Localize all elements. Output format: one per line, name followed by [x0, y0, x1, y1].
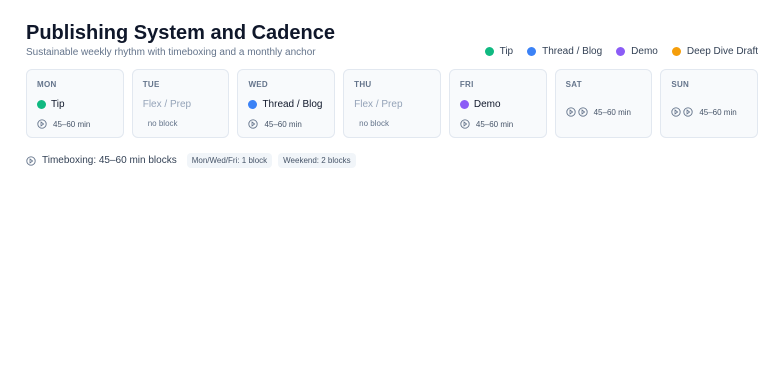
day-activity: Flex / Prep	[354, 99, 430, 110]
activity-dot-icon	[459, 100, 469, 109]
legend-item-tip: Tip	[484, 46, 514, 57]
activity-dot-icon	[248, 100, 258, 109]
note-text: no block	[147, 119, 178, 128]
day-label: MON	[37, 80, 57, 89]
page-title: Publishing System and Cadence	[26, 22, 335, 44]
week-cards: MON Tip 45–60 min TUE Flex / Prep no blo…	[26, 69, 759, 138]
day-card-sat[interactable]: SAT 45–60 min	[554, 69, 653, 138]
legend-label: Demo	[631, 46, 658, 57]
day-label: THU	[354, 80, 372, 89]
clock-pair	[671, 107, 693, 117]
legend-tip-dot-icon	[484, 47, 494, 56]
note-text: no block	[359, 119, 389, 128]
day-duration: 45–60 min	[248, 119, 302, 129]
day-card-fri[interactable]: FRI Demo 45–60 min	[448, 69, 547, 138]
weekend-blocks-chip: Weekend: 2 blocks	[278, 153, 356, 168]
day-label: FRI	[459, 80, 474, 89]
clock-pair	[565, 107, 588, 117]
day-card-wed[interactable]: WED Thread / Blog 45–60 min	[237, 69, 336, 138]
activity-label: Thread / Blog	[262, 99, 323, 110]
day-note: no block	[148, 119, 178, 128]
day-card-sun[interactable]: SUN 45–60 min	[660, 69, 759, 138]
day-activity: Thread / Blog	[248, 99, 324, 110]
page-subtitle: Sustainable weekly rhythm with timeboxin…	[26, 47, 316, 58]
legend-label: Thread / Blog	[542, 46, 603, 57]
day-label: SUN	[671, 80, 690, 89]
clock-icon	[26, 155, 36, 166]
legend-thread-dot-icon	[527, 47, 537, 56]
day-activity: Tip	[37, 99, 113, 110]
day-duration: 45–60 min	[671, 107, 737, 117]
clock-icon	[671, 107, 681, 117]
duration-text: 45–60 min	[475, 119, 514, 129]
day-card-mon[interactable]: MON Tip 45–60 min	[26, 69, 124, 138]
activity-label: Demo	[473, 99, 501, 110]
timeboxing-footer: Timeboxing: 45–60 min blocks Mon/Wed/Fri…	[26, 153, 356, 168]
activity-label: Tip	[51, 99, 65, 110]
activity-label: Flex / Prep	[142, 99, 192, 110]
clock-icon	[37, 119, 47, 129]
timeboxing-text: Timeboxing: 45–60 min blocks	[42, 155, 177, 166]
legend-deep-dive-dot-icon	[671, 47, 681, 56]
duration-text: 45–60 min	[264, 119, 302, 129]
clock-icon	[565, 107, 576, 117]
page-header: Publishing System and Cadence Sustainabl…	[26, 22, 758, 62]
day-note: no block	[359, 119, 389, 128]
day-duration: 45–60 min	[460, 119, 513, 129]
day-card-tue[interactable]: TUE Flex / Prep no block	[131, 69, 230, 138]
legend: Tip Thread / Blog Demo Deep Dive Draft	[484, 46, 758, 57]
clock-icon	[577, 107, 588, 117]
day-duration: 45–60 min	[565, 107, 631, 117]
day-label: TUE	[142, 80, 160, 89]
day-card-thu[interactable]: THU Flex / Prep no block	[343, 69, 441, 138]
day-activity: Flex / Prep	[143, 99, 219, 110]
day-label: SAT	[565, 80, 582, 89]
duration-text: 45–60 min	[593, 107, 631, 117]
duration-text: 45–60 min	[699, 107, 737, 117]
activity-dot-icon	[37, 100, 46, 109]
legend-label: Tip	[499, 46, 514, 57]
clock-icon	[683, 107, 693, 117]
activity-label: Flex / Prep	[354, 99, 403, 110]
legend-item-deep-dive: Deep Dive Draft	[671, 46, 758, 57]
legend-label: Deep Dive Draft	[686, 46, 758, 57]
clock-icon	[248, 119, 259, 129]
duration-text: 45–60 min	[53, 119, 91, 129]
clock-icon	[460, 119, 470, 129]
legend-demo-dot-icon	[616, 47, 626, 56]
day-activity: Demo	[459, 99, 536, 110]
legend-item-demo: Demo	[616, 46, 658, 57]
day-label: WED	[248, 80, 269, 89]
weekday-blocks-chip: Mon/Wed/Fri: 1 block	[186, 153, 273, 168]
day-duration: 45–60 min	[37, 119, 90, 129]
legend-item-thread-blog: Thread / Blog	[527, 46, 602, 57]
